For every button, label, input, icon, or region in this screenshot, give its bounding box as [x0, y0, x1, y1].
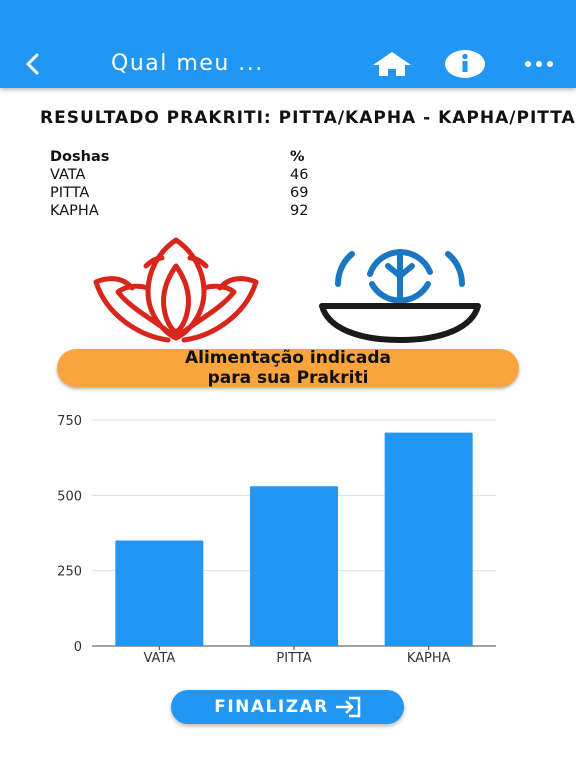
y-tick-label: 500 — [57, 489, 82, 504]
x-tick-label: PITTA — [276, 651, 311, 666]
food-recommendation-button[interactable]: Alimentação indicada para sua Prakriti — [57, 348, 519, 388]
more-icon — [525, 61, 553, 67]
x-tick-label: VATA — [143, 651, 175, 666]
prakriti-result-title: RESULTADO PRAKRITI: PITTA/KAPHA - KAPHA/… — [40, 108, 576, 128]
dosha-table: Doshas % VATA 46 PITTA 69 KAPHA 92 — [50, 148, 350, 220]
dosha-percent: 92 — [290, 203, 309, 219]
app-bar: Qual meu ... — [0, 0, 576, 88]
y-tick-label: 250 — [57, 565, 82, 580]
home-icon — [373, 52, 411, 76]
x-tick-label: KAPHA — [407, 651, 451, 666]
exit-icon — [335, 696, 361, 718]
home-button[interactable] — [370, 46, 414, 82]
back-arrow-icon — [26, 53, 39, 75]
dosha-name: PITTA — [50, 185, 90, 201]
info-button[interactable] — [443, 46, 487, 82]
bar-pitta — [250, 486, 338, 646]
dosha-name: VATA — [50, 167, 86, 183]
back-button[interactable] — [18, 46, 48, 82]
food-button-line1: Alimentação indicada — [184, 348, 392, 368]
header-percent: % — [290, 149, 305, 165]
bar-kapha — [384, 432, 473, 646]
table-row: KAPHA 92 — [50, 202, 350, 220]
table-header-row: Doshas % — [50, 148, 350, 166]
finalizar-label: FINALIZAR — [214, 697, 329, 717]
lotus-icon — [93, 237, 259, 343]
table-row: PITTA 69 — [50, 184, 350, 202]
tree-bowl-icon — [319, 249, 481, 343]
dosha-name: KAPHA — [50, 203, 99, 219]
dosha-percent: 69 — [290, 185, 309, 201]
dosha-percent: 46 — [290, 167, 309, 183]
app-title: Qual meu ... — [111, 51, 264, 76]
table-row: VATA 46 — [50, 166, 350, 184]
y-tick-label: 750 — [57, 414, 82, 429]
info-icon — [445, 50, 485, 78]
food-button-label: Alimentação indicada para sua Prakriti — [185, 348, 391, 388]
header-doshas: Doshas — [50, 149, 110, 165]
bar-vata — [115, 540, 204, 646]
more-options-button[interactable] — [517, 46, 561, 82]
y-tick-label: 0 — [74, 640, 82, 655]
food-button-line2: para sua Prakriti — [207, 368, 369, 388]
dosha-bar-chart: 0 250 500 750 VATA PITTA KAPHA — [57, 414, 496, 666]
finalizar-button[interactable]: FINALIZAR — [171, 690, 404, 724]
